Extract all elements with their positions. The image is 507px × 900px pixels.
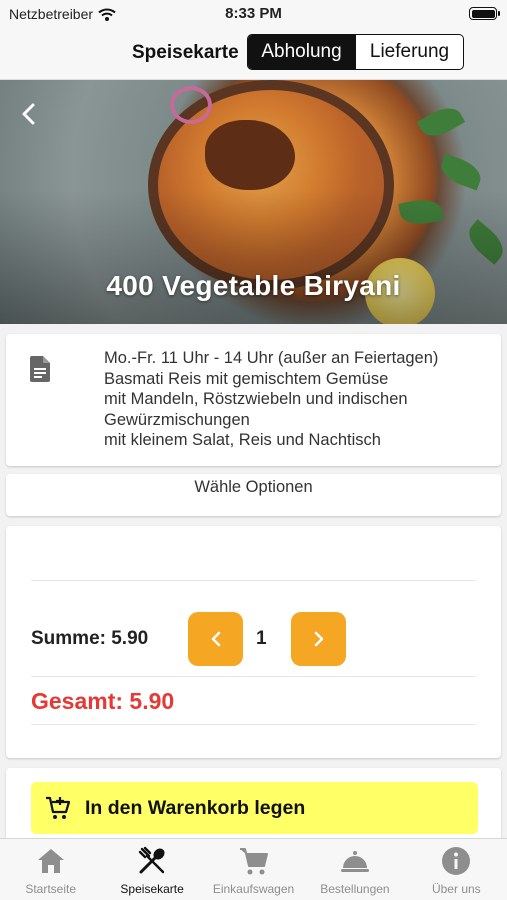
order-type-segmented-control: Abholung Lieferung xyxy=(247,34,464,70)
info-icon xyxy=(442,847,471,875)
tab-label: Startseite xyxy=(25,882,77,896)
dish-hero-image: 400 Vegetable Biryani xyxy=(0,80,507,324)
choose-options-button[interactable]: Wähle Optionen xyxy=(6,478,501,497)
cart-icon xyxy=(239,848,268,875)
chevron-right-icon xyxy=(314,631,323,647)
description-line: Mo.-Fr. 11 Uhr - 14 Uhr (außer an Feiert… xyxy=(104,349,439,367)
divider xyxy=(31,580,476,581)
dish-title: 400 Vegetable Biryani xyxy=(106,270,401,301)
description-text: Mo.-Fr. 11 Uhr - 14 Uhr (außer an Feiert… xyxy=(104,348,489,451)
description-line: mit Mandeln, Röstzwiebeln und indischen … xyxy=(104,390,408,429)
decrease-quantity-button[interactable] xyxy=(188,612,243,666)
status-bar: Netzbetreiber 8:33 PM xyxy=(0,0,507,28)
tab-label: Über uns xyxy=(431,882,481,896)
description-line: mit kleinem Salat, Reis und Nachtisch xyxy=(104,431,381,449)
cart-card: In den Warenkorb legen xyxy=(6,768,501,848)
description-card: Mo.-Fr. 11 Uhr - 14 Uhr (außer an Feiert… xyxy=(6,334,501,466)
cloche-icon xyxy=(340,851,369,872)
tab-speisekarte[interactable]: Speisekarte xyxy=(101,839,202,900)
description-line: Basmati Reis mit gemischtem Gemüse xyxy=(104,369,389,388)
tab-startseite[interactable]: Startseite xyxy=(0,839,101,900)
battery-icon xyxy=(469,7,500,20)
home-icon xyxy=(37,849,64,873)
status-time: 8:33 PM xyxy=(225,5,282,22)
divider xyxy=(31,676,476,677)
add-to-cart-icon xyxy=(46,796,71,819)
increase-quantity-button[interactable] xyxy=(291,612,346,666)
options-card: Wähle Optionen xyxy=(6,474,501,516)
nav-title: Speisekarte xyxy=(132,42,239,63)
total-label: Gesamt: 5.90 xyxy=(31,688,175,714)
back-arrow-icon[interactable] xyxy=(18,102,40,126)
tab-label: Einkaufswagen xyxy=(212,882,295,896)
segment-lieferung[interactable]: Lieferung xyxy=(355,35,463,69)
segment-abholung[interactable]: Abholung xyxy=(248,35,355,69)
order-summary-card: Summe: 5.90 1 Gesamt: 5.90 xyxy=(6,526,501,758)
divider xyxy=(31,724,476,725)
nav-bar: Speisekarte Abholung Lieferung xyxy=(0,28,507,80)
tab-ueber-uns[interactable]: Über uns xyxy=(406,839,507,900)
tab-bestellungen[interactable]: Bestellungen xyxy=(304,839,405,900)
add-to-cart-label: In den Warenkorb legen xyxy=(85,796,306,819)
tab-bar: Startseite Speisekarte Einkaufswagen Bes… xyxy=(0,838,507,900)
tab-label: Speisekarte xyxy=(120,882,184,896)
tab-label: Bestellungen xyxy=(320,882,390,896)
document-icon xyxy=(30,356,50,382)
tab-einkaufswagen[interactable]: Einkaufswagen xyxy=(203,839,304,900)
cutlery-icon xyxy=(138,846,165,874)
add-to-cart-button[interactable]: In den Warenkorb legen xyxy=(31,782,478,834)
chevron-left-icon xyxy=(211,631,220,647)
subtotal-label: Summe: 5.90 xyxy=(31,628,149,649)
quantity-value: 1 xyxy=(256,628,267,649)
